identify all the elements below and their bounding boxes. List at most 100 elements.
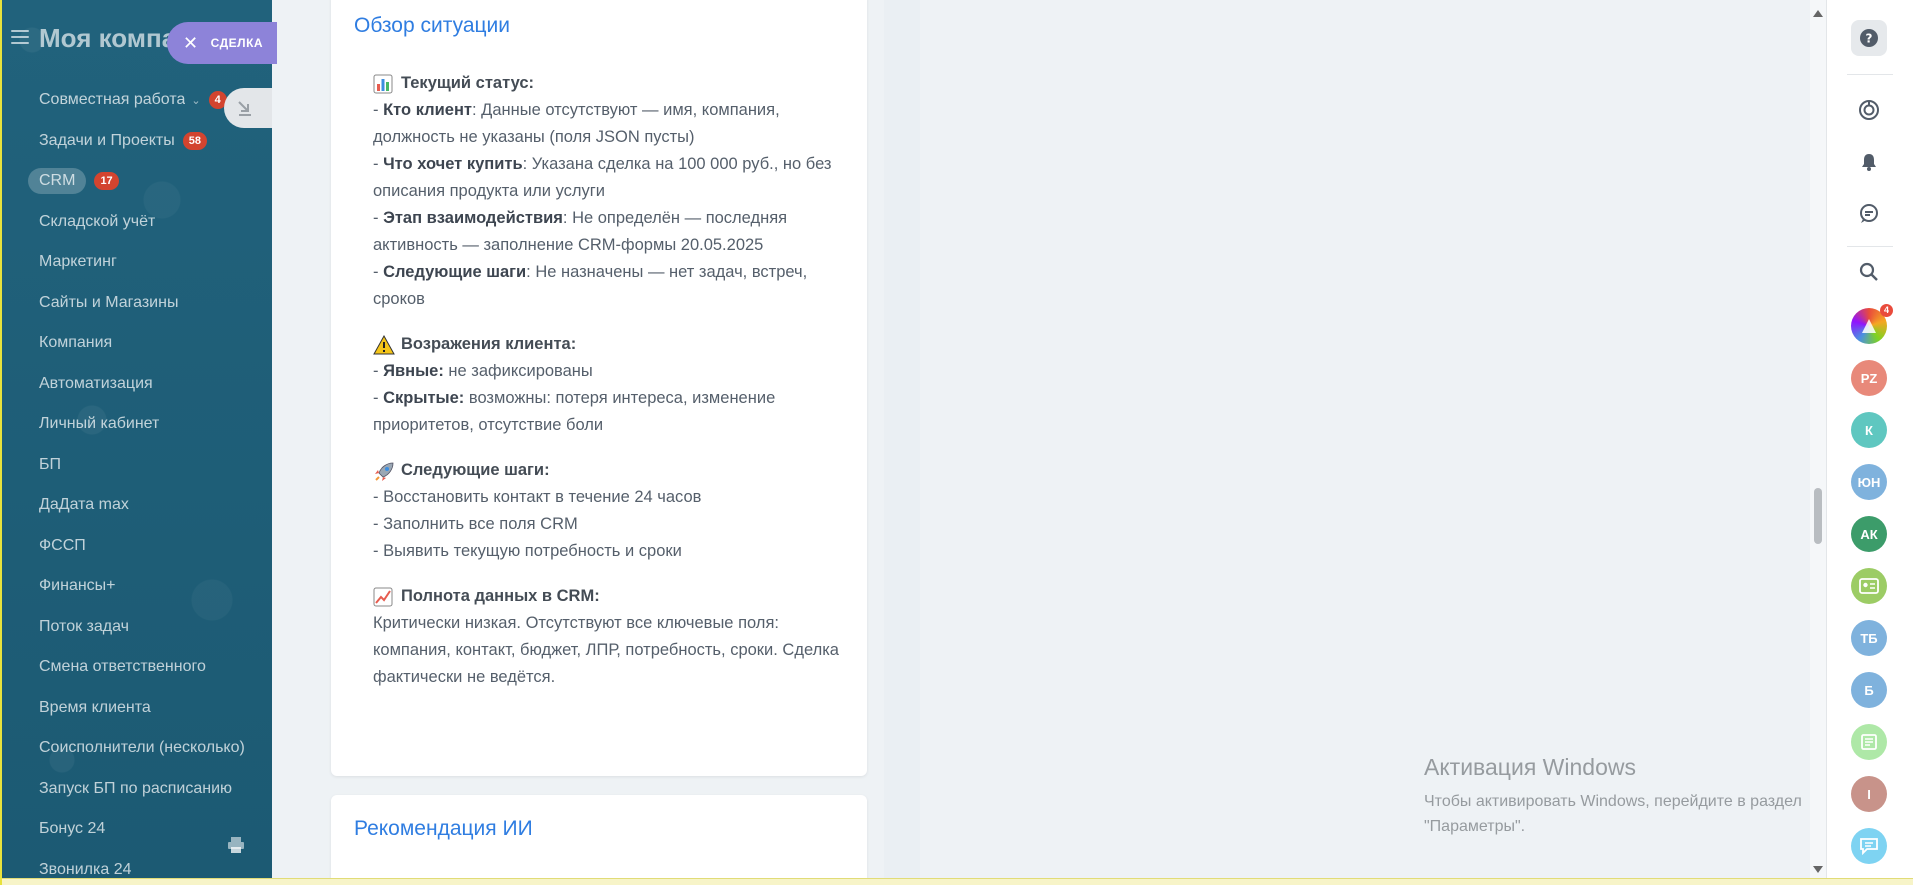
help-icon: ? [1860, 29, 1878, 47]
summary-section: Полнота данных в CRM: Критически низкая. … [373, 583, 843, 691]
scroll-thumb[interactable] [1814, 488, 1822, 544]
chevron-down-icon[interactable]: ⌄ [191, 94, 200, 107]
messenger-button[interactable] [1851, 196, 1887, 232]
sidebar-item[interactable]: Запуск БП по расписанию [2, 769, 272, 810]
sidebar-item[interactable]: ДаДата max [2, 485, 272, 526]
chat-avatar[interactable]: АК [1851, 516, 1887, 552]
trend-chart-icon [373, 587, 395, 607]
overview-card: Обзор ситуации Текущий статус: - Кто клие… [331, 0, 867, 776]
notifications-button[interactable] [1851, 144, 1887, 180]
close-deal-chip[interactable]: ✕ СДЕЛКА [167, 22, 277, 64]
sidebar-item-label: Запуск БП по расписанию [39, 779, 233, 797]
activation-line2: "Параметры". [1424, 818, 1526, 835]
avatar-initials: ЮН [1857, 474, 1881, 490]
overview-summary: Текущий статус: - Кто клиент: Данные отсу… [373, 70, 843, 709]
summary-line-key: Что хочет купить [383, 155, 523, 173]
summary-section: Возражения клиента: - Явные: не зафиксиро… [373, 331, 843, 439]
sidebar-item-label: Задачи и Проекты [39, 131, 175, 149]
summary-line: - Явные: не зафиксированы [373, 362, 593, 380]
printer-icon[interactable] [227, 836, 245, 854]
sidebar-item[interactable]: БП [2, 445, 272, 486]
chat-avatar[interactable]: PZ [1851, 360, 1887, 396]
section-heading-text: Текущий статус: [401, 74, 535, 92]
sidebar-item-label: Маркетинг [39, 253, 117, 271]
chat-avatar[interactable]: ТБ [1851, 620, 1887, 656]
contact-card-chat-avatar[interactable] [1851, 568, 1887, 604]
bell-icon [1862, 154, 1876, 171]
sidebar-item-label: CRM [28, 168, 87, 195]
summary-line-key: Явные: [383, 362, 444, 380]
copilot-button[interactable] [1851, 92, 1887, 128]
counter-badge: 58 [182, 131, 207, 150]
summary-line: - Восстановить контакт в течение 24 часо… [373, 488, 702, 506]
section-heading-text: Следующие шаги: [401, 461, 550, 479]
sidebar-item-label: Поток задач [39, 617, 129, 635]
scroll-down-arrow-icon[interactable] [1813, 866, 1823, 873]
rocket-icon [373, 461, 395, 481]
summary-line-key: Этап взаимодействия [383, 209, 563, 227]
collapse-panel-button[interactable] [224, 88, 272, 128]
summary-section: Следующие шаги: - Восстановить контакт в … [373, 457, 843, 565]
panel-divider [884, 0, 920, 885]
summary-line-key: Кто клиент [383, 101, 472, 119]
sidebar-item-label: Смена ответственного [39, 658, 206, 676]
chat-icon [1860, 838, 1878, 855]
taskbar-edge [2, 878, 1913, 885]
sidebar-item[interactable]: Автоматизация [2, 364, 272, 405]
doc-chat-avatar[interactable] [1851, 724, 1887, 760]
chat-chat-avatar[interactable] [1851, 828, 1887, 864]
summary-line: - Заполнить все поля CRM [373, 515, 578, 533]
summary-line: - Следующие шаги: Не назначены — нет зад… [373, 263, 808, 308]
sidebar-item[interactable]: Соисполнители (несколько) [2, 728, 272, 769]
avatar-initials: АК [1860, 526, 1878, 542]
sidebar-item-label: Бонус 24 [39, 820, 106, 838]
sidebar-item-label: Сайты и Магазины [39, 293, 179, 311]
right-empty-area [920, 0, 1810, 885]
chat-avatar[interactable]: ЮН [1851, 464, 1887, 500]
avatar-initials: PZ [1860, 370, 1878, 386]
unread-count-badge: 4 [1879, 304, 1893, 317]
chat-avatar[interactable]: I [1851, 776, 1887, 812]
sidebar-item[interactable]: Время клиента [2, 688, 272, 729]
summary-line: - Этап взаимодействия: Не определён — по… [373, 209, 788, 254]
search-button[interactable] [1851, 254, 1887, 290]
recommendation-card: Рекомендация ИИ [331, 795, 867, 885]
summary-section: Текущий статус: - Кто клиент: Данные отсу… [373, 70, 843, 313]
sidebar-item[interactable]: Компания [2, 323, 272, 364]
summary-paragraph: Критически низкая. Отсутствуют все ключе… [373, 614, 839, 686]
right-rail: ? 4 PZ К ЮН АК ТБ Б I [1826, 0, 1913, 885]
colorful-logo-chat-avatar[interactable]: 4 [1851, 304, 1893, 344]
sidebar-item-label: БП [39, 455, 61, 473]
summary-line: - Выявить текущую потребность и сроки [373, 542, 682, 560]
search-icon [1859, 262, 1878, 281]
sidebar-item-label: Совместная работа [39, 91, 186, 109]
windows-activation-watermark: Активация Windows Чтобы активировать Win… [1424, 754, 1802, 839]
help-button[interactable]: ? [1851, 20, 1887, 56]
rail-divider [1847, 74, 1893, 75]
app-logo-icon [1862, 319, 1876, 333]
vertical-scrollbar[interactable] [1810, 0, 1826, 885]
sidebar-item[interactable]: ФССП [2, 526, 272, 567]
sidebar-item[interactable]: CRM 17 [2, 161, 272, 202]
sidebar-item[interactable]: Задачи и Проекты 58 [2, 121, 272, 162]
sidebar-item-label: Звонилка 24 [39, 860, 132, 878]
sidebar-menu: Совместная работа ⌄ 4 Задачи и Проекты 58 CRM… [2, 80, 272, 885]
menu-icon[interactable] [11, 30, 29, 44]
sidebar-item-label: ФССП [39, 536, 86, 554]
sidebar-item-label: Компания [39, 334, 113, 352]
sidebar-item[interactable]: Сайты и Магазины [2, 283, 272, 324]
section-heading: Полнота данных в CRM: [373, 583, 843, 610]
recommendation-title: Рекомендация ИИ [354, 817, 533, 840]
chat-avatar[interactable]: Б [1851, 672, 1887, 708]
sidebar-item[interactable]: Личный кабинет [2, 404, 272, 445]
sidebar-item[interactable]: Смена ответственного [2, 647, 272, 688]
sidebar-item[interactable]: Поток задач [2, 607, 272, 648]
summary-line-text: Заполнить все поля CRM [383, 515, 578, 533]
sidebar-item[interactable]: Финансы+ [2, 566, 272, 607]
chat-avatar[interactable]: К [1851, 412, 1887, 448]
sidebar-item[interactable]: Маркетинг [2, 242, 272, 283]
overview-title: Обзор ситуации [354, 14, 511, 37]
section-heading: Возражения клиента: [373, 331, 843, 358]
sidebar-item[interactable]: Складской учёт [2, 202, 272, 243]
scroll-up-arrow-icon[interactable] [1813, 10, 1823, 17]
